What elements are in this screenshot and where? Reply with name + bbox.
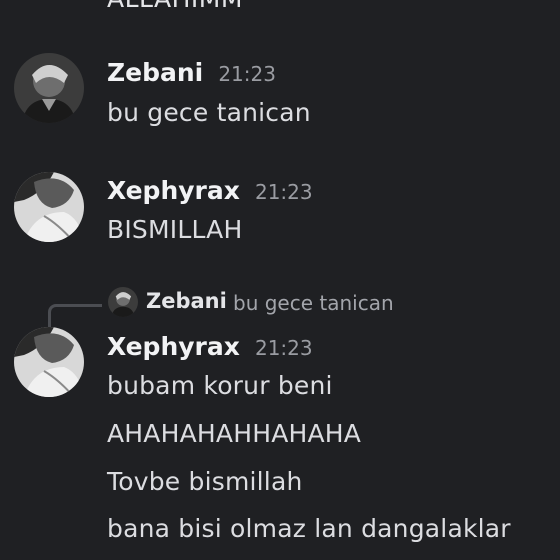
message-header: Xephyrax 21:23 — [107, 332, 313, 361]
message-line: BISMILLAH — [107, 215, 243, 244]
username[interactable]: Xephyrax — [107, 332, 240, 361]
message-line: bana bisi olmaz lan dangalaklar — [107, 514, 511, 543]
message-line: ALLAHIMM — [107, 0, 243, 13]
message-line: bubam korur beni — [107, 371, 333, 400]
reply-preview[interactable]: bu gece tanican — [233, 291, 394, 315]
message-header: Xephyrax 21:23 — [107, 176, 313, 205]
username[interactable]: Zebani — [107, 58, 203, 87]
message-header: Zebani 21:23 — [107, 58, 276, 87]
timestamp: 21:23 — [218, 62, 276, 86]
message-line: Tovbe bismillah — [107, 467, 303, 496]
username[interactable]: Xephyrax — [107, 176, 240, 205]
message-line: AHAHAHAHHAHAHA — [107, 419, 362, 448]
message-line: bu gece tanican — [107, 98, 311, 127]
chat-scroll-area[interactable]: ALLAHIMM Zebani 21:23 bu gece tanican — [0, 0, 560, 560]
reply-username[interactable]: Zebani — [146, 289, 227, 313]
timestamp: 21:23 — [254, 180, 313, 204]
avatar[interactable] — [14, 327, 84, 397]
timestamp: 21:23 — [254, 336, 313, 360]
reply-connector — [48, 304, 102, 330]
reply-avatar[interactable] — [108, 287, 138, 317]
avatar[interactable] — [14, 172, 84, 242]
avatar[interactable] — [14, 53, 84, 123]
